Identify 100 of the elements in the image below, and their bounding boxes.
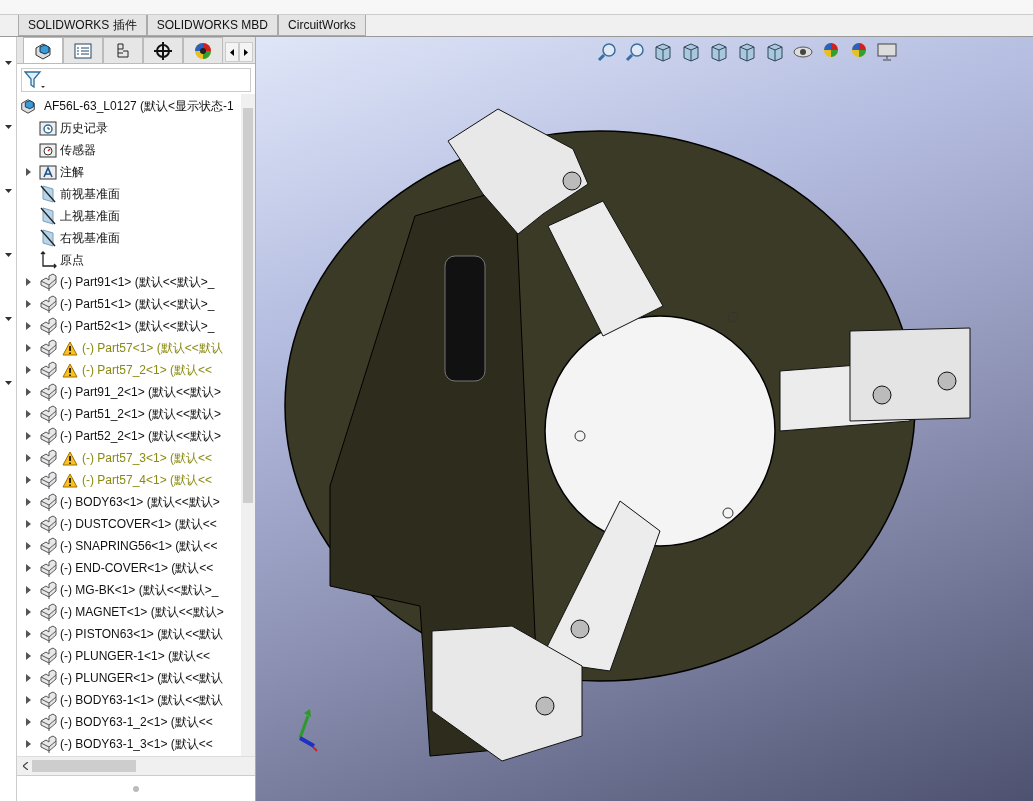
expand-arrow-icon[interactable] bbox=[25, 630, 31, 638]
tree-item[interactable]: AF56L-63_L0127 (默认<显示状态-1 bbox=[44, 97, 234, 115]
caret-icon[interactable] bbox=[4, 61, 12, 65]
tree-item[interactable]: (-) Part91_2<1> (默认<<默认> bbox=[60, 383, 222, 401]
panel-tab[interactable] bbox=[183, 37, 223, 63]
expand-arrow-icon[interactable] bbox=[25, 278, 31, 286]
part-icon bbox=[39, 603, 57, 621]
display-monitor-icon[interactable] bbox=[876, 41, 898, 63]
left-arrow-icon bbox=[230, 48, 234, 56]
horizontal-scrollbar[interactable] bbox=[17, 756, 255, 775]
expand-arrow-icon[interactable] bbox=[25, 454, 31, 462]
expand-arrow-icon[interactable] bbox=[25, 498, 31, 506]
vertical-scrollbar[interactable] bbox=[241, 94, 255, 756]
splitter-handle[interactable] bbox=[133, 786, 139, 792]
tree-item[interactable]: (-) BODY63<1> (默认<<默认> bbox=[60, 493, 220, 511]
part-icon bbox=[39, 295, 57, 313]
tree-item[interactable]: (-) Part57_2<1> (默认<< bbox=[82, 361, 213, 379]
caret-icon[interactable] bbox=[4, 317, 12, 321]
expand-arrow-icon[interactable] bbox=[25, 366, 31, 374]
tree-item[interactable]: (-) SNAPRING56<1> (默认<< bbox=[60, 537, 218, 555]
expand-arrow-icon[interactable] bbox=[25, 674, 31, 682]
expand-arrow-icon[interactable] bbox=[25, 476, 31, 484]
plane-icon bbox=[39, 229, 57, 247]
part-icon bbox=[39, 735, 57, 753]
expand-arrow-icon[interactable] bbox=[25, 168, 31, 176]
tree-item[interactable]: 注解 bbox=[60, 163, 84, 181]
scroll-left-button[interactable] bbox=[225, 42, 239, 62]
scroll-right-button[interactable] bbox=[239, 42, 253, 62]
annotation-folder-icon bbox=[39, 163, 57, 181]
filter-field[interactable] bbox=[21, 68, 251, 92]
expand-arrow-icon[interactable] bbox=[25, 322, 31, 330]
expand-arrow-icon[interactable] bbox=[25, 652, 31, 660]
filter-funnel-icon bbox=[24, 70, 46, 90]
tree-item[interactable]: (-) PLUNGER-1<1> (默认<< bbox=[60, 647, 211, 665]
right-arrow-icon bbox=[244, 48, 248, 56]
tree-item[interactable]: (-) Part57<1> (默认<<默认 bbox=[82, 339, 223, 357]
expand-arrow-icon[interactable] bbox=[25, 432, 31, 440]
tree-item[interactable]: (-) BODY63-1<1> (默认<<默认 bbox=[60, 691, 224, 709]
tree-item[interactable]: (-) Part57_3<1> (默认<< bbox=[82, 449, 213, 467]
expand-arrow-icon[interactable] bbox=[25, 718, 31, 726]
ribbon-tab[interactable]: SOLIDWORKS 插件 bbox=[18, 15, 147, 36]
tree-item[interactable]: (-) BODY63-1_3<1> (默认<< bbox=[60, 735, 213, 753]
tree-item[interactable]: (-) PLUNGER<1> (默认<<默认 bbox=[60, 669, 224, 687]
panel-tab[interactable] bbox=[23, 37, 63, 63]
expand-arrow-icon[interactable] bbox=[25, 586, 31, 594]
part-icon bbox=[39, 559, 57, 577]
expand-arrow-icon[interactable] bbox=[25, 564, 31, 572]
tree-item[interactable]: (-) PISTON63<1> (默认<<默认 bbox=[60, 625, 224, 643]
part-icon bbox=[39, 383, 57, 401]
expand-arrow-icon[interactable] bbox=[25, 520, 31, 528]
property-list-icon bbox=[73, 40, 93, 61]
tree-item[interactable]: 原点 bbox=[60, 251, 84, 269]
tree-item[interactable]: (-) MG-BK<1> (默认<<默认>_ bbox=[60, 581, 219, 599]
expand-arrow-icon[interactable] bbox=[25, 410, 31, 418]
expand-arrow-icon[interactable] bbox=[25, 696, 31, 704]
tree-item[interactable]: (-) Part51<1> (默认<<默认>_ bbox=[60, 295, 215, 313]
caret-icon[interactable] bbox=[4, 189, 12, 193]
assembly-icon bbox=[19, 97, 37, 115]
part-icon bbox=[39, 317, 57, 335]
tree-item[interactable]: (-) Part91<1> (默认<<默认>_ bbox=[60, 273, 215, 291]
tree-item[interactable]: (-) Part52<1> (默认<<默认>_ bbox=[60, 317, 215, 335]
panel-tab[interactable] bbox=[143, 37, 183, 63]
expand-arrow-icon[interactable] bbox=[25, 542, 31, 550]
tree-item[interactable]: 右视基准面 bbox=[60, 229, 120, 247]
ribbon-tab[interactable]: SOLIDWORKS MBD bbox=[146, 15, 279, 36]
crosshair-icon bbox=[153, 40, 173, 61]
part-icon bbox=[39, 339, 57, 357]
zoom-area-icon[interactable] bbox=[624, 41, 646, 63]
view-orientation-icon[interactable] bbox=[736, 41, 758, 63]
part-icon bbox=[39, 471, 57, 489]
sensor-folder-icon bbox=[39, 141, 57, 159]
tree-item[interactable]: 传感器 bbox=[60, 141, 96, 159]
tree-item[interactable]: 历史记录 bbox=[60, 119, 108, 137]
zoom-to-fit-icon[interactable] bbox=[596, 41, 618, 63]
expand-arrow-icon[interactable] bbox=[25, 300, 31, 308]
part-icon bbox=[39, 515, 57, 533]
caret-icon[interactable] bbox=[4, 125, 12, 129]
ribbon-tab[interactable]: CircuitWorks bbox=[278, 15, 366, 36]
caret-icon[interactable] bbox=[4, 381, 12, 385]
part-icon bbox=[39, 361, 57, 379]
part-icon bbox=[39, 427, 57, 445]
expand-arrow-icon[interactable] bbox=[25, 608, 31, 616]
color-wheel-icon bbox=[193, 40, 213, 61]
history-folder-icon bbox=[39, 119, 57, 137]
tree-item[interactable]: (-) END-COVER<1> (默认<< bbox=[60, 559, 214, 577]
tree-item[interactable]: (-) BODY63-1_2<1> (默认<< bbox=[60, 713, 213, 731]
caret-icon[interactable] bbox=[4, 253, 12, 257]
expand-arrow-icon[interactable] bbox=[25, 344, 31, 352]
tree-item[interactable]: (-) MAGNET<1> (默认<<默认> bbox=[60, 603, 224, 621]
tree-item[interactable]: (-) Part51_2<1> (默认<<默认> bbox=[60, 405, 222, 423]
expand-arrow-icon[interactable] bbox=[25, 740, 31, 748]
axis-triad-icon bbox=[298, 709, 318, 752]
tree-item[interactable]: (-) DUSTCOVER<1> (默认<< bbox=[60, 515, 217, 533]
part-icon bbox=[39, 581, 57, 599]
tree-item[interactable]: (-) Part52_2<1> (默认<<默认> bbox=[60, 427, 222, 445]
tree-item[interactable]: 前视基准面 bbox=[60, 185, 120, 203]
expand-arrow-icon[interactable] bbox=[25, 388, 31, 396]
tree-item[interactable]: 上视基准面 bbox=[60, 207, 120, 225]
tree-item[interactable]: (-) Part57_4<1> (默认<< bbox=[82, 471, 213, 489]
part-icon bbox=[39, 405, 57, 423]
